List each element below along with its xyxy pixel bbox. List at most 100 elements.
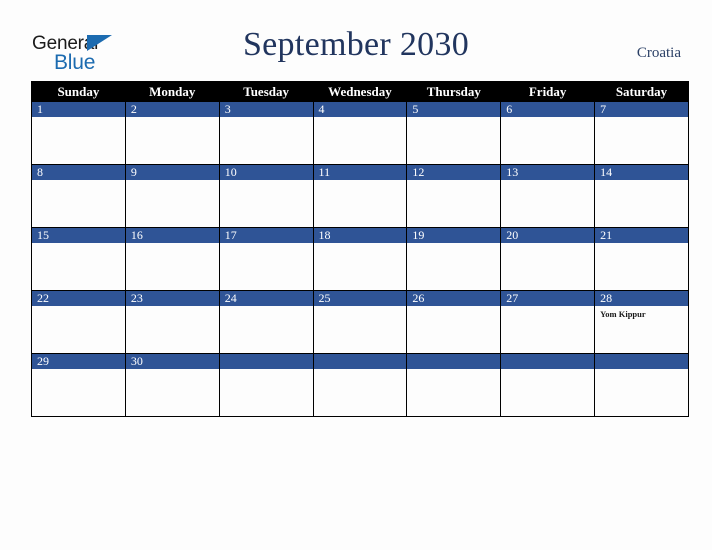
calendar-day-cell[interactable]: 15 <box>31 227 126 291</box>
day-cell-content: 7 <box>595 102 688 164</box>
calendar-day-cell[interactable]: 3 <box>218 101 314 165</box>
calendar-day-cell[interactable]: 23 <box>124 290 220 354</box>
calendar-day-cell[interactable]: 20 <box>500 227 596 291</box>
day-number <box>219 354 313 369</box>
day-number: 2 <box>125 102 219 117</box>
day-cell-content: 8 <box>32 165 125 227</box>
day-cell-content: 17 <box>219 228 313 290</box>
calendar-day-cell[interactable]: 13 <box>500 164 596 228</box>
calendar-day-cell[interactable]: 2 <box>124 101 220 165</box>
day-number: 7 <box>595 102 688 117</box>
calendar-day-cell[interactable]: 8 <box>31 164 126 228</box>
day-cell-content: 6 <box>501 102 595 164</box>
day-events <box>595 369 688 372</box>
day-cell-content: 10 <box>219 165 313 227</box>
day-cell-content: 15 <box>32 228 125 290</box>
day-number: 1 <box>32 102 125 117</box>
calendar-day-cell[interactable]: 28 Yom Kippur <box>594 290 689 354</box>
day-events <box>314 369 407 372</box>
day-cell-content <box>219 354 313 416</box>
day-number: 10 <box>219 165 313 180</box>
holiday-event: Yom Kippur <box>600 309 646 319</box>
day-cell-content: 21 <box>595 228 688 290</box>
weekday-header-friday: Friday <box>500 81 596 102</box>
calendar-day-cell[interactable]: 9 <box>124 164 220 228</box>
day-number: 12 <box>407 165 501 180</box>
day-number: 26 <box>407 291 501 306</box>
day-cell-content: 18 <box>313 228 407 290</box>
calendar-day-cell[interactable]: 30 <box>124 353 220 417</box>
day-events <box>407 180 500 183</box>
day-events <box>407 243 500 246</box>
day-events <box>126 243 219 246</box>
calendar-empty-cell <box>218 353 314 417</box>
calendar-day-cell[interactable]: 19 <box>406 227 502 291</box>
calendar-day-cell[interactable]: 18 <box>312 227 408 291</box>
day-number <box>407 354 501 369</box>
calendar-day-cell[interactable]: 24 <box>218 290 314 354</box>
day-number: 23 <box>125 291 219 306</box>
calendar-day-cell[interactable]: 5 <box>406 101 502 165</box>
calendar-empty-cell <box>500 353 596 417</box>
day-number: 30 <box>125 354 219 369</box>
day-number: 9 <box>125 165 219 180</box>
calendar-day-cell[interactable]: 16 <box>124 227 220 291</box>
calendar-day-cell[interactable]: 10 <box>218 164 314 228</box>
calendar-week-row: 15 16 17 18 19 20 21 <box>31 227 689 291</box>
day-events <box>220 117 313 120</box>
day-events <box>501 243 594 246</box>
calendar-week-row: 8 9 10 11 12 13 14 <box>31 164 689 228</box>
calendar-day-cell[interactable]: 22 <box>31 290 126 354</box>
day-events <box>32 243 125 246</box>
day-events <box>32 180 125 183</box>
day-cell-content: 16 <box>125 228 219 290</box>
day-events <box>501 369 594 372</box>
day-number: 15 <box>32 228 125 243</box>
day-events <box>314 243 407 246</box>
calendar-day-cell[interactable]: 7 <box>594 101 689 165</box>
calendar-day-cell[interactable]: 29 <box>31 353 126 417</box>
calendar-day-cell[interactable]: 4 <box>312 101 408 165</box>
day-number: 24 <box>219 291 313 306</box>
day-cell-content <box>595 354 688 416</box>
day-cell-content: 24 <box>219 291 313 353</box>
calendar-day-cell[interactable]: 27 <box>500 290 596 354</box>
day-number: 5 <box>407 102 501 117</box>
calendar-day-cell[interactable]: 1 <box>31 101 126 165</box>
day-cell-content: 22 <box>32 291 125 353</box>
day-cell-content: 29 <box>32 354 125 416</box>
day-number: 19 <box>407 228 501 243</box>
calendar-day-cell[interactable]: 14 <box>594 164 689 228</box>
page-title: September 2030 <box>242 26 470 63</box>
day-events <box>32 306 125 309</box>
calendar-day-cell[interactable]: 25 <box>312 290 408 354</box>
day-events <box>501 117 594 120</box>
day-cell-content: 4 <box>313 102 407 164</box>
day-events <box>314 180 407 183</box>
calendar-empty-cell <box>594 353 689 417</box>
day-events <box>32 369 125 372</box>
calendar-day-cell[interactable]: 6 <box>500 101 596 165</box>
page-header: General Blue September 2030 Croatia <box>0 0 712 80</box>
day-events <box>595 117 688 120</box>
day-number: 6 <box>501 102 595 117</box>
day-events <box>126 180 219 183</box>
calendar-day-cell[interactable]: 12 <box>406 164 502 228</box>
weekday-header-monday: Monday <box>124 81 220 102</box>
day-events: Yom Kippur <box>595 306 688 320</box>
calendar-day-cell[interactable]: 26 <box>406 290 502 354</box>
day-cell-content: 3 <box>219 102 313 164</box>
day-events <box>501 306 594 309</box>
day-number: 29 <box>32 354 125 369</box>
day-number: 20 <box>501 228 595 243</box>
day-cell-content: 5 <box>407 102 501 164</box>
calendar-day-cell[interactable]: 11 <box>312 164 408 228</box>
calendar-page: General Blue September 2030 Croatia Sund… <box>0 0 712 550</box>
calendar-day-cell[interactable]: 17 <box>218 227 314 291</box>
calendar-day-cell[interactable]: 21 <box>594 227 689 291</box>
day-number: 21 <box>595 228 688 243</box>
calendar-body: 1 2 3 4 5 6 7 8 9 10 11 12 13 14 15 16 17 18 19 20 21 22 23 24 2… <box>31 101 689 417</box>
calendar-grid: Sunday Monday Tuesday Wednesday Thursday… <box>31 81 689 417</box>
day-number: 16 <box>125 228 219 243</box>
day-events <box>126 369 219 372</box>
